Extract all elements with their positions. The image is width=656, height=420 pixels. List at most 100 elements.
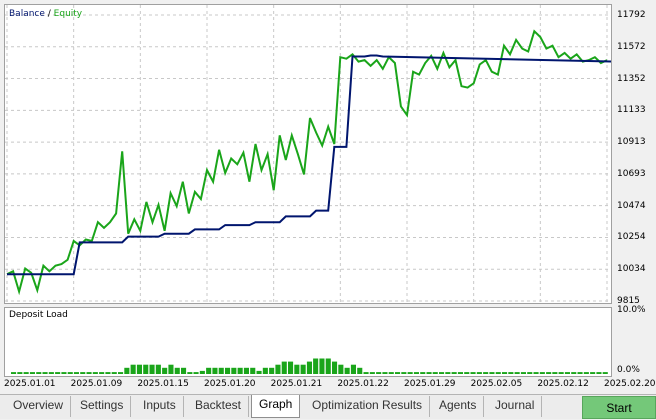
load-bar (199, 370, 205, 374)
start-button[interactable]: Start (582, 396, 656, 419)
load-bar (262, 367, 268, 374)
load-bar (363, 372, 369, 374)
load-bar (187, 372, 193, 374)
load-bar (243, 367, 249, 374)
tab-settings[interactable]: Settings (73, 396, 132, 417)
load-bar (357, 367, 363, 374)
load-bar (162, 367, 168, 374)
legend-equity: Equity (53, 9, 83, 19)
tab-agents[interactable]: Agents (432, 396, 485, 417)
load-bar (382, 372, 388, 374)
load-bar (174, 367, 180, 374)
load-bar (508, 372, 514, 374)
load-bar (520, 372, 526, 374)
load-bar (73, 372, 79, 374)
chart-legend: Balance / Equity (9, 9, 82, 19)
load-bar (105, 372, 111, 374)
load-bar (149, 364, 155, 374)
load-bar (11, 372, 17, 374)
price-tick-label: 10474 (617, 200, 646, 211)
tab-optimization-results[interactable]: Optimization Results (305, 396, 431, 417)
load-bar (23, 372, 29, 374)
balance-equity-chart[interactable]: Balance / Equity (4, 4, 612, 304)
load-bar (168, 364, 174, 374)
time-axis: 2025.01.01 2025.01.09 2025.01.15 2025.01.20… (4, 377, 656, 393)
load-axis-bottom-tick: 0.0% (617, 365, 640, 375)
load-bar (590, 372, 596, 374)
balance-equity-plot (5, 5, 611, 303)
time-tick-label: 2025.02.05 (470, 379, 523, 389)
load-bar (118, 372, 124, 374)
load-bar (319, 358, 325, 374)
load-bar (313, 358, 319, 374)
load-bar (130, 364, 136, 374)
load-bar (495, 372, 501, 374)
price-tick-label: 10693 (617, 168, 646, 179)
price-tick-label: 11572 (617, 41, 646, 52)
load-bar (596, 372, 602, 374)
load-bar (111, 372, 117, 374)
time-tick-label: 2025.02.20 (604, 379, 656, 389)
load-bar (395, 372, 401, 374)
load-bar (571, 372, 577, 374)
tab-overview[interactable]: Overview (6, 396, 72, 417)
load-bar (539, 372, 545, 374)
time-tick-label: 2025.01.15 (137, 379, 189, 389)
time-tick-label: 2025.01.01 (4, 379, 56, 389)
load-bar (17, 372, 23, 374)
load-bar (36, 372, 42, 374)
load-bar (344, 367, 350, 374)
load-bar (231, 367, 237, 374)
load-bar (369, 372, 375, 374)
price-tick-label: 11133 (617, 105, 646, 116)
time-tick-label: 2025.01.29 (404, 379, 456, 389)
load-bar (457, 372, 463, 374)
price-tick-label: 10254 (617, 232, 646, 243)
load-bar (577, 372, 583, 374)
load-bar (514, 372, 520, 374)
load-bar (212, 367, 218, 374)
load-bar (143, 364, 149, 374)
legend-separator: / (44, 9, 54, 19)
load-bar (206, 367, 212, 374)
load-bar (388, 372, 394, 374)
load-bar (55, 372, 61, 374)
load-bar (42, 372, 48, 374)
load-bar (432, 372, 438, 374)
load-bar (67, 372, 73, 374)
load-bar (325, 358, 331, 374)
time-tick-label: 2025.01.22 (337, 379, 389, 389)
load-bar (193, 372, 199, 374)
tab-graph[interactable]: Graph (251, 395, 301, 418)
tester-tab-bar: Overview Settings Inputs Backtest Graph Optim… (0, 394, 656, 419)
load-bar (275, 364, 281, 374)
load-bar (527, 372, 533, 374)
tab-backtest[interactable]: Backtest (188, 396, 250, 417)
load-bar (86, 372, 92, 374)
load-bar (124, 367, 130, 374)
load-bar (237, 367, 243, 374)
load-bar (558, 372, 564, 374)
load-bar (288, 361, 294, 374)
load-bar (439, 372, 445, 374)
series-line-balance (7, 54, 611, 276)
load-bar (552, 372, 558, 374)
load-bar (376, 372, 382, 374)
load-bar (420, 372, 426, 374)
tab-journal[interactable]: Journal (488, 396, 543, 417)
load-bar (181, 367, 187, 374)
load-bar (602, 372, 608, 374)
series-line-equity (6, 29, 608, 296)
load-bar (29, 372, 35, 374)
tab-inputs[interactable]: Inputs (136, 396, 184, 417)
price-tick-label: 10034 (617, 264, 646, 275)
load-bar (451, 372, 457, 374)
load-bar (413, 372, 419, 374)
price-axis: 11792 11572 11352 11133 10913 10693 10474 10254… (612, 4, 656, 306)
deposit-load-chart[interactable]: Deposit Load (4, 307, 612, 377)
load-bar (48, 372, 54, 374)
load-bar (61, 372, 67, 374)
load-bar (294, 364, 300, 374)
load-bar (281, 361, 287, 374)
time-tick-label: 2025.01.21 (270, 379, 323, 389)
